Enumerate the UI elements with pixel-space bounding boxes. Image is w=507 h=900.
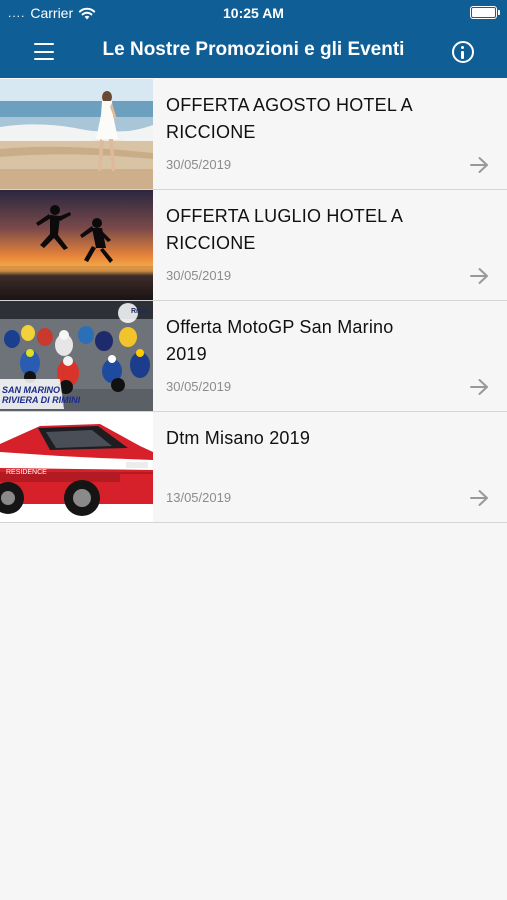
promotion-title: Dtm Misano 2019 — [166, 428, 311, 448]
promotions-list: OFFERTA AGOSTO HOTEL A RICCIONE 30/05/20… — [0, 79, 507, 523]
svg-text:Ricci: Ricci — [131, 308, 148, 315]
list-item[interactable]: OFFERTA AGOSTO HOTEL A RICCIONE 30/05/20… — [0, 79, 507, 190]
promotion-date: 30/05/2019 — [166, 268, 232, 283]
status-bar: .... Carrier 10:25 AM — [0, 0, 507, 26]
list-item[interactable]: Ricci SAN MARINO RIVIERA DI RIMINI Offer… — [0, 301, 507, 412]
arrow-right-icon — [470, 379, 488, 395]
arrow-right-icon — [470, 157, 488, 173]
status-time: 10:25 AM — [223, 5, 284, 21]
beach-woman-photo — [0, 79, 153, 189]
page-title: Le Nostre Promozioni e gli Eventi — [102, 39, 405, 60]
promotion-date: 13/05/2019 — [166, 490, 232, 505]
promotion-title: OFFERTA LUGLIO HOTEL A RICCIONE — [166, 206, 403, 253]
promotion-date: 30/05/2019 — [166, 157, 232, 172]
promotion-title: OFFERTA AGOSTO HOTEL A RICCIONE — [166, 95, 412, 142]
top-bar: .... Carrier 10:25 AM Le Nostre Promozio… — [0, 0, 507, 78]
motogp-race-photo: Ricci SAN MARINO RIVIERA DI RIMINI — [0, 301, 153, 411]
info-button[interactable] — [452, 41, 474, 63]
navigation-bar: Le Nostre Promozioni e gli Eventi — [0, 26, 507, 78]
battery-icon — [470, 6, 500, 19]
arrow-right-icon — [470, 490, 488, 506]
svg-text:RIVIERA DI RIMINI: RIVIERA DI RIMINI — [2, 395, 81, 405]
svg-text:RESIDENCE: RESIDENCE — [6, 469, 47, 476]
list-item[interactable]: OFFERTA LUGLIO HOTEL A RICCIONE 30/05/20… — [0, 190, 507, 301]
promotion-date: 30/05/2019 — [166, 379, 232, 394]
dtm-race-car-photo: Riccione RESIDENCE — [0, 412, 153, 522]
hamburger-menu-button[interactable] — [34, 43, 54, 60]
list-item[interactable]: Riccione RESIDENCE Dtm Misano 2019 13/05… — [0, 412, 507, 523]
promotion-title: Offerta MotoGP San Marino 2019 — [166, 317, 394, 364]
svg-text:Riccione: Riccione — [6, 456, 48, 467]
sunset-jumping-couple-photo — [0, 190, 153, 300]
svg-text:SAN MARINO: SAN MARINO — [2, 385, 60, 395]
arrow-right-icon — [470, 268, 488, 284]
